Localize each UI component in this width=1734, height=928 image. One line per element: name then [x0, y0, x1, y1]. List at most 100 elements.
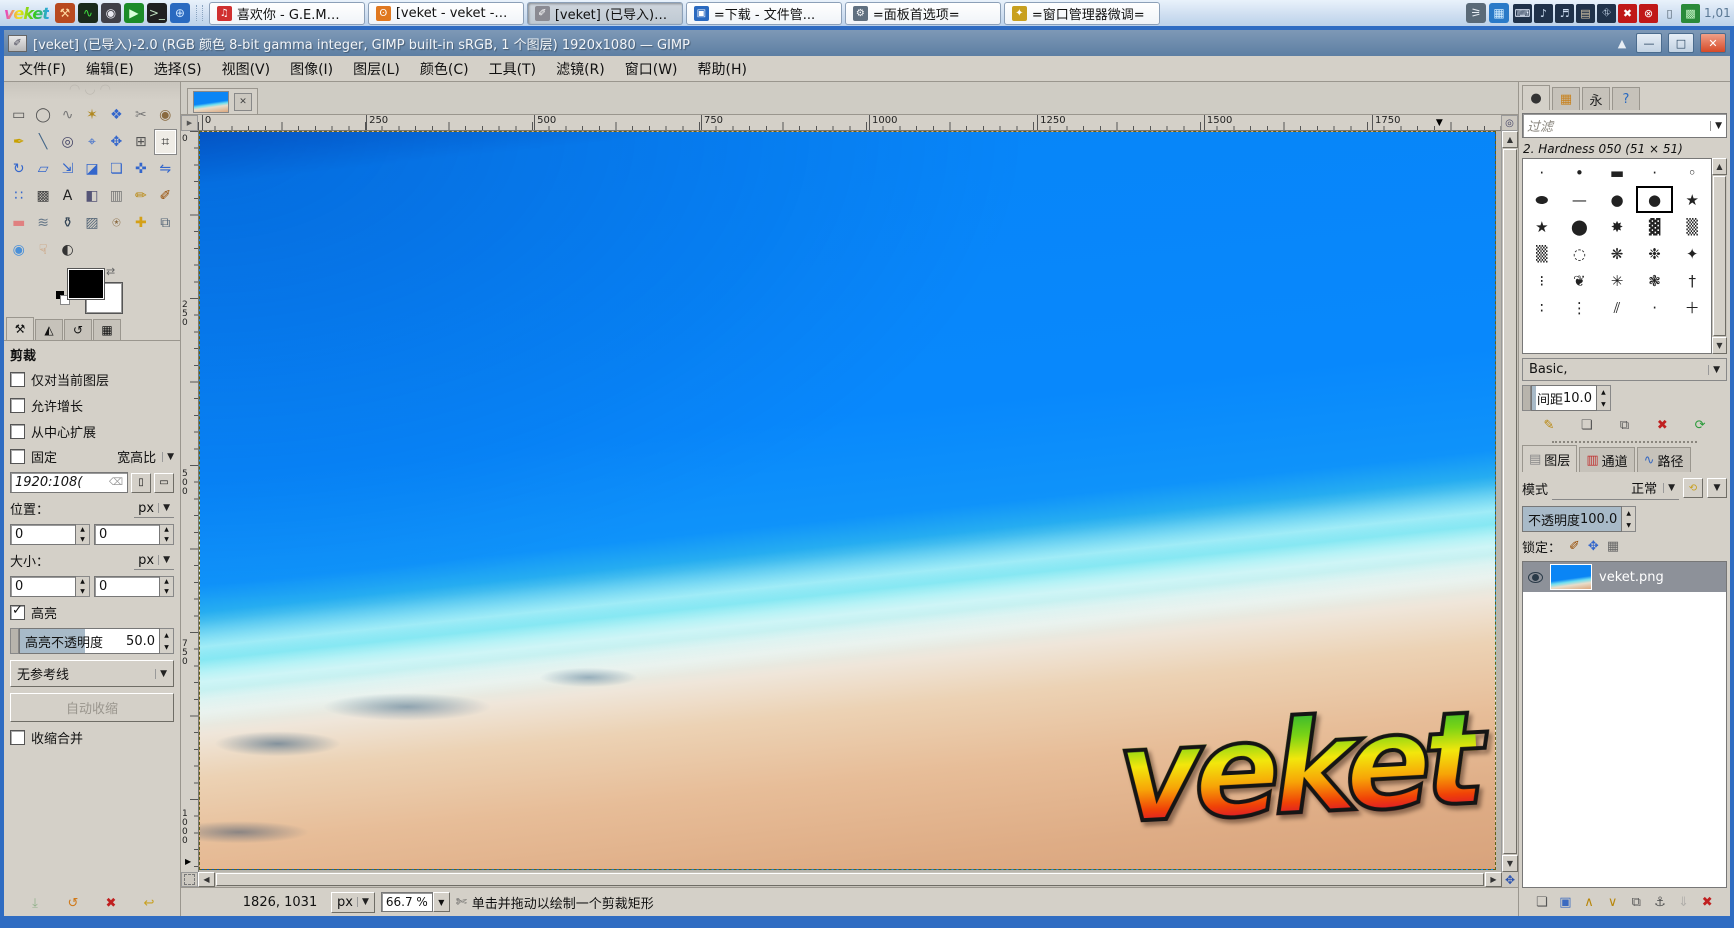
highlight-checkbox-row[interactable]: 高亮: [10, 603, 174, 622]
scroll-up-icon[interactable]: ▲: [1712, 158, 1727, 175]
size-unit-combo[interactable]: px ▼: [134, 552, 174, 570]
option-checkbox[interactable]: 允许增长: [10, 396, 174, 415]
vertical-scrollbar[interactable]: ▲ ▼: [1501, 131, 1518, 872]
tab-document-history[interactable]: ?: [1612, 87, 1640, 110]
dodge-burn-tool[interactable]: ◐: [56, 237, 79, 263]
option-checkbox[interactable]: 从中心扩展: [10, 422, 174, 441]
network-signal-icon[interactable]: ⛗: [1597, 3, 1616, 23]
vertical-scroll-thumb[interactable]: [1503, 149, 1517, 854]
volume-icon[interactable]: ♪: [1534, 3, 1553, 23]
delete-tool-options-button[interactable]: ✖: [100, 893, 122, 913]
brush-set-combo[interactable]: Basic, ▼: [1522, 358, 1727, 381]
gradient-tool[interactable]: ▥: [105, 183, 128, 209]
clear-icon[interactable]: ⌫: [109, 477, 123, 488]
foreground-select-tool[interactable]: ◉: [154, 102, 177, 128]
keyboard-layout-icon[interactable]: ⌨: [1513, 3, 1532, 23]
brush-item[interactable]: ·: [1636, 159, 1674, 186]
play-green-icon[interactable]: ▶: [123, 3, 144, 23]
flip-tool[interactable]: ⇋: [154, 156, 177, 182]
shade-button[interactable]: ▲: [1614, 34, 1630, 52]
taskbar-window-button[interactable]: ⚙ =面板首选项=: [844, 1, 1001, 25]
position-x-value[interactable]: 0: [10, 524, 76, 545]
delete-brush-button[interactable]: ✖: [1651, 415, 1673, 435]
tab-layers[interactable]: ▤ 图层: [1522, 445, 1578, 472]
menu-item[interactable]: 工具(T): [480, 57, 545, 81]
brush-item[interactable]: ⫽: [1598, 294, 1636, 321]
brush-item[interactable]: ⋮: [1561, 294, 1599, 321]
tab-tool-options[interactable]: ⚒: [6, 317, 34, 340]
checkbox-icon[interactable]: [10, 398, 25, 413]
checkbox-icon[interactable]: [10, 372, 25, 387]
taskbar-window-button[interactable]: ▣ =下载 - 文件管...: [685, 1, 842, 25]
bucket-fill-tool[interactable]: ◧: [80, 183, 103, 209]
menu-item[interactable]: 滤镜(R): [547, 57, 614, 81]
brush-item[interactable]: ·: [1523, 159, 1561, 186]
spinner-arrows[interactable]: ▲ ▼: [1622, 506, 1637, 532]
tab-channels[interactable]: ▥ 通道: [1579, 447, 1635, 472]
eraser-tool[interactable]: ▬: [7, 210, 30, 236]
menu-item[interactable]: 图层(L): [344, 57, 409, 81]
scroll-right-icon[interactable]: ▶: [1485, 872, 1502, 887]
brush-item[interactable]: ▒: [1523, 240, 1561, 267]
ink-tool[interactable]: ⚱: [56, 210, 79, 236]
brush-item[interactable]: ❃: [1636, 267, 1674, 294]
brush-scrollbar[interactable]: ▲ ▼: [1712, 158, 1727, 354]
brush-item[interactable]: ●: [1598, 186, 1636, 213]
rotate-tool[interactable]: ↻: [7, 156, 30, 182]
save-tool-options-button[interactable]: ⤓: [24, 893, 46, 913]
brush-item[interactable]: ⬬: [1523, 186, 1561, 213]
guides-combo[interactable]: 无参考线 ▼: [10, 660, 174, 687]
mode-switch-button[interactable]: ⟲: [1683, 478, 1703, 498]
size-x-value[interactable]: 0: [10, 576, 76, 597]
position-unit-combo[interactable]: px ▼: [134, 500, 174, 518]
refresh-brushes-button[interactable]: ⟳: [1689, 415, 1711, 435]
terminal-icon[interactable]: >_: [146, 3, 167, 23]
slider-grip[interactable]: [10, 628, 19, 654]
foreground-color-swatch[interactable]: [67, 268, 105, 300]
quick-mask-button[interactable]: [181, 872, 198, 887]
spinner-arrows[interactable]: ▲ ▼: [160, 628, 174, 654]
zoom-follow-window-button[interactable]: ◎: [1501, 115, 1518, 131]
tab-patterns[interactable]: ▦: [1552, 87, 1580, 110]
lock-pixels-icon[interactable]: ✐: [1569, 539, 1580, 554]
horizontal-ruler[interactable]: 0 250 500 750 1000 1250 1500 1750 ▼: [198, 115, 1501, 131]
perspective-tool[interactable]: ◪: [80, 156, 103, 182]
mypaint-brush-tool[interactable]: ▨: [80, 210, 103, 236]
system-monitor-icon[interactable]: ∿: [77, 3, 98, 23]
visibility-eye-icon[interactable]: [1528, 571, 1543, 583]
menu-item[interactable]: 视图(V): [213, 57, 280, 81]
clipboard-icon[interactable]: ▯: [1660, 4, 1679, 23]
scroll-down-icon[interactable]: ▼: [1712, 337, 1727, 354]
checkbox-icon[interactable]: [10, 424, 25, 439]
delete-layer-button[interactable]: ✖: [1696, 892, 1718, 912]
raise-layer-button[interactable]: ∧: [1578, 892, 1600, 912]
new-group-button[interactable]: ▣: [1554, 892, 1576, 912]
mode-extra-dropdown[interactable]: ▼: [1707, 478, 1727, 498]
shear-tool[interactable]: ▱: [31, 156, 54, 182]
brush-item[interactable]: ·: [1636, 294, 1674, 321]
smudge-tool[interactable]: ☟: [31, 237, 54, 263]
text-tool[interactable]: A: [56, 183, 79, 209]
slider-grip[interactable]: [1522, 385, 1531, 411]
taskbar-window-button[interactable]: ✐ [veket] (已导入)…: [526, 1, 683, 25]
fuzzy-select-tool[interactable]: ✶: [80, 102, 103, 128]
size-y-spinner[interactable]: 0 ▲ ▼: [94, 576, 174, 597]
taskbar-window-button[interactable]: ✦ =窗口管理器微调=: [1003, 1, 1160, 25]
image-tab[interactable]: ✕: [187, 88, 258, 114]
zoom-control[interactable]: 66.7 % ▼: [380, 892, 450, 912]
size-y-value[interactable]: 0: [94, 576, 160, 597]
zoom-tool[interactable]: ◎: [56, 129, 79, 155]
firewall-x-icon[interactable]: ✖: [1618, 3, 1637, 23]
aspect-ratio-input[interactable]: 1920:108( ⌫: [10, 472, 128, 493]
brush-item[interactable]: ✦: [1673, 240, 1711, 267]
brush-item[interactable]: ◦: [1673, 159, 1711, 186]
duplicate-layer-button[interactable]: ⧉: [1625, 892, 1647, 912]
rect-select-tool[interactable]: ▭: [7, 102, 30, 128]
menu-item[interactable]: 帮助(H): [689, 57, 756, 81]
brush-item[interactable]: †: [1673, 267, 1711, 294]
lower-layer-button[interactable]: ∨: [1602, 892, 1624, 912]
brush-item[interactable]: ⁝: [1523, 267, 1561, 294]
veket-start-logo[interactable]: veket: [4, 4, 50, 23]
anchor-layer-button[interactable]: ⚓: [1649, 892, 1671, 912]
scissors-select-tool[interactable]: ✂: [129, 102, 152, 128]
